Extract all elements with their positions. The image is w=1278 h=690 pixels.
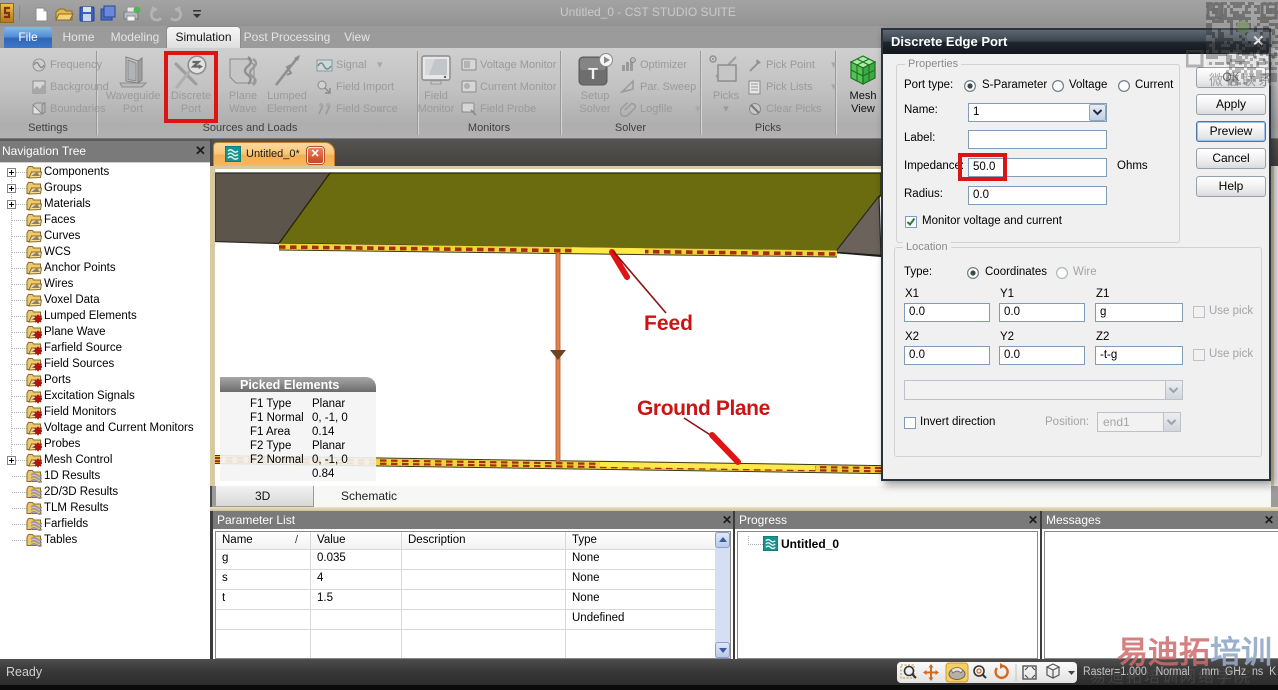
svg-text:F2 Normal: F2 Normal [250, 454, 304, 466]
svg-text:Picked Elements: Picked Elements [240, 378, 339, 392]
svg-text:F1 Normal: F1 Normal [250, 412, 304, 424]
svg-text:Ground Plane: Ground Plane [637, 397, 770, 420]
svg-text:Planar: Planar [312, 440, 345, 452]
svg-text:0.14: 0.14 [312, 426, 335, 438]
svg-text:0, -1, 0: 0, -1, 0 [312, 412, 348, 424]
svg-text:0, -1, 0: 0, -1, 0 [312, 454, 348, 466]
svg-text:F2 Type: F2 Type [250, 440, 291, 452]
svg-text:T: T [588, 66, 598, 83]
svg-text:Feed: Feed [644, 312, 693, 335]
svg-text:Planar: Planar [312, 398, 345, 410]
svg-text:0.84: 0.84 [312, 468, 335, 480]
svg-text:F1 Area: F1 Area [250, 426, 291, 438]
svg-text:F1 Type: F1 Type [250, 398, 291, 410]
